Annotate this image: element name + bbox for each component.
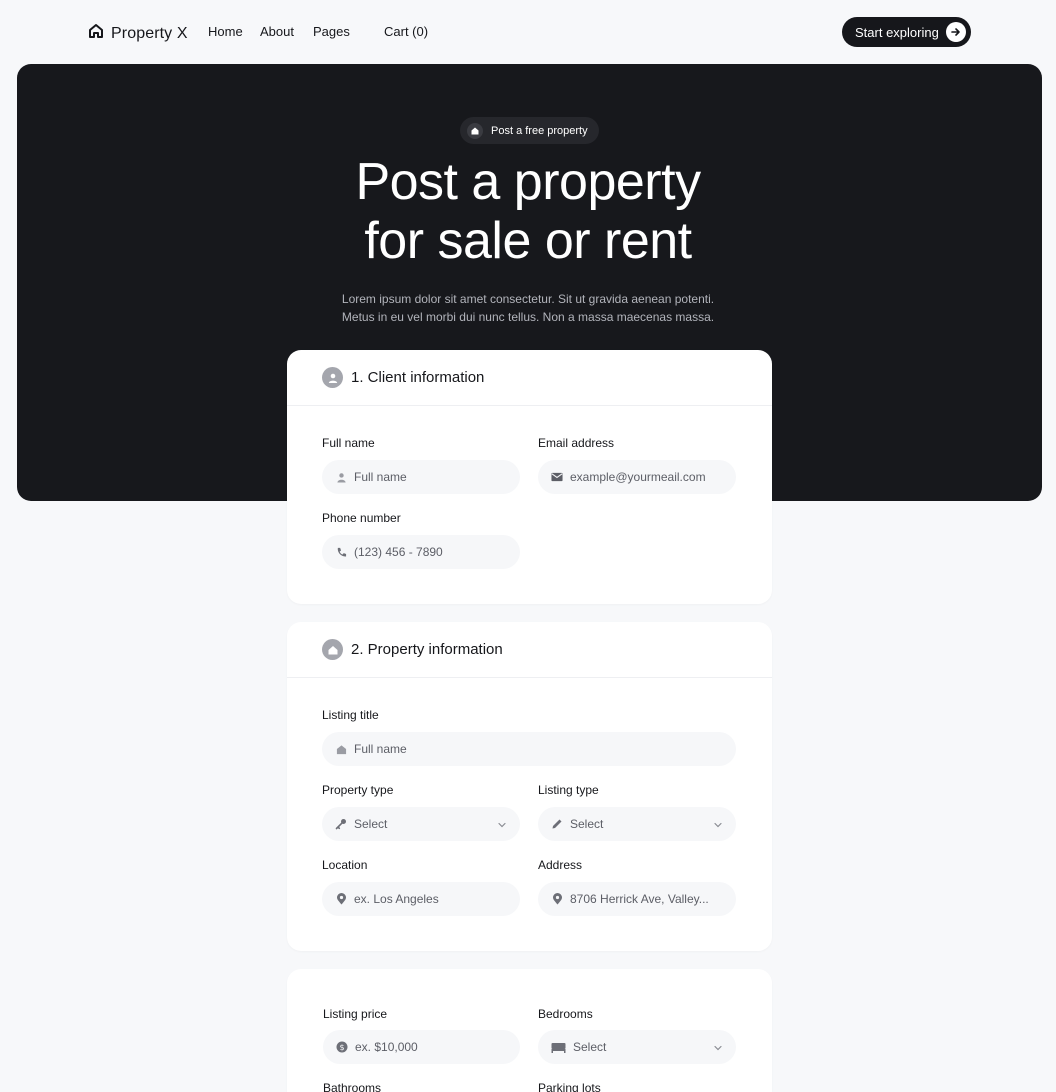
page-title: Post a property for sale or rent (278, 153, 778, 271)
address-placeholder: 8706 Herrick Ave, Valley... (570, 892, 709, 906)
property-type-label: Property type (322, 783, 394, 797)
dollar-icon: $ (336, 1041, 348, 1053)
bedrooms-label: Bedrooms (538, 1007, 593, 1021)
bathrooms-label: Bathrooms (323, 1081, 382, 1092)
location-input[interactable]: ex. Los Angeles (322, 882, 520, 916)
title-line-1: Post a property (355, 153, 701, 211)
listing-price-label: Listing price (323, 1007, 388, 1021)
phone-placeholder: (123) 456 - 7890 (354, 545, 443, 559)
badge-label: Post a free property (491, 124, 588, 137)
listing-details-card: Listing price $ ex. $10,000 Bedrooms Sel… (287, 969, 772, 1092)
bedrooms-select[interactable]: Select (538, 1030, 736, 1064)
house-icon (87, 22, 105, 45)
logo[interactable]: Property X (87, 22, 188, 45)
client-information-card: 1. Client information Full name Full nam… (287, 350, 772, 604)
post-free-badge: Post a free property (460, 117, 599, 144)
map-pin-icon (335, 893, 347, 905)
listing-price-placeholder: ex. $10,000 (355, 1040, 418, 1054)
section-title: 1. Client information (351, 369, 485, 386)
listing-title-label: Listing title (322, 708, 379, 722)
full-name-input[interactable]: Full name (322, 460, 520, 494)
house-icon (335, 743, 347, 755)
location-placeholder: ex. Los Angeles (354, 892, 439, 906)
user-icon (335, 471, 347, 483)
svg-text:$: $ (339, 1043, 344, 1052)
card-header: 2. Property information (287, 622, 772, 678)
listing-title-input[interactable]: Full name (322, 732, 736, 766)
full-name-label: Full name (322, 436, 375, 450)
chevron-down-icon (713, 819, 723, 829)
mail-icon (551, 471, 563, 483)
email-placeholder: example@yourmeail.com (570, 470, 706, 484)
cta-label: Start exploring (855, 24, 939, 40)
property-information-card: 2. Property information Listing title Fu… (287, 622, 772, 951)
phone-input[interactable]: (123) 456 - 7890 (322, 535, 520, 569)
user-icon (322, 367, 343, 388)
subtitle-line-2: Metus in eu vel morbi dui nunc tellus. N… (341, 310, 715, 324)
key-icon (335, 818, 347, 830)
phone-label: Phone number (322, 511, 401, 525)
listing-price-input[interactable]: $ ex. $10,000 (323, 1030, 520, 1064)
subtitle-line-1: Lorem ipsum dolor sit amet consectetur. … (341, 292, 715, 306)
top-nav: Property X Home About Pages Cart (0) Sta… (0, 0, 1056, 64)
bedrooms-value: Select (573, 1040, 607, 1054)
chevron-down-icon (713, 1042, 723, 1052)
listing-type-value: Select (570, 817, 604, 831)
location-label: Location (322, 858, 368, 872)
email-input[interactable]: example@yourmeail.com (538, 460, 736, 494)
listing-type-select[interactable]: Select (538, 807, 736, 841)
chevron-down-icon (497, 819, 507, 829)
nav-link-pages[interactable]: Pages (313, 24, 350, 39)
nav-link-cart[interactable]: Cart (0) (384, 24, 428, 39)
email-label: Email address (538, 436, 615, 450)
parking-lots-label: Parking lots (538, 1081, 601, 1092)
listing-type-label: Listing type (538, 783, 599, 797)
full-name-placeholder: Full name (354, 470, 407, 484)
address-input[interactable]: 8706 Herrick Ave, Valley... (538, 882, 736, 916)
start-exploring-button[interactable]: Start exploring (842, 17, 971, 47)
house-icon (322, 639, 343, 660)
listing-title-placeholder: Full name (354, 742, 407, 756)
logo-text: Property X (111, 24, 188, 42)
title-line-2: for sale or rent (364, 212, 692, 270)
property-type-select[interactable]: Select (322, 807, 520, 841)
phone-icon (335, 546, 347, 558)
hero-subtitle: Lorem ipsum dolor sit amet consectetur. … (278, 290, 778, 326)
nav-link-home[interactable]: Home (208, 24, 243, 39)
house-icon (467, 122, 483, 139)
map-pin-icon (551, 893, 563, 905)
section-title: 2. Property information (351, 641, 503, 658)
property-type-value: Select (354, 817, 388, 831)
address-label: Address (538, 858, 583, 872)
nav-link-about[interactable]: About (260, 24, 294, 39)
bed-icon (551, 1041, 566, 1053)
pencil-icon (551, 818, 563, 830)
arrow-right-icon (946, 22, 966, 42)
card-header: 1. Client information (287, 350, 772, 406)
